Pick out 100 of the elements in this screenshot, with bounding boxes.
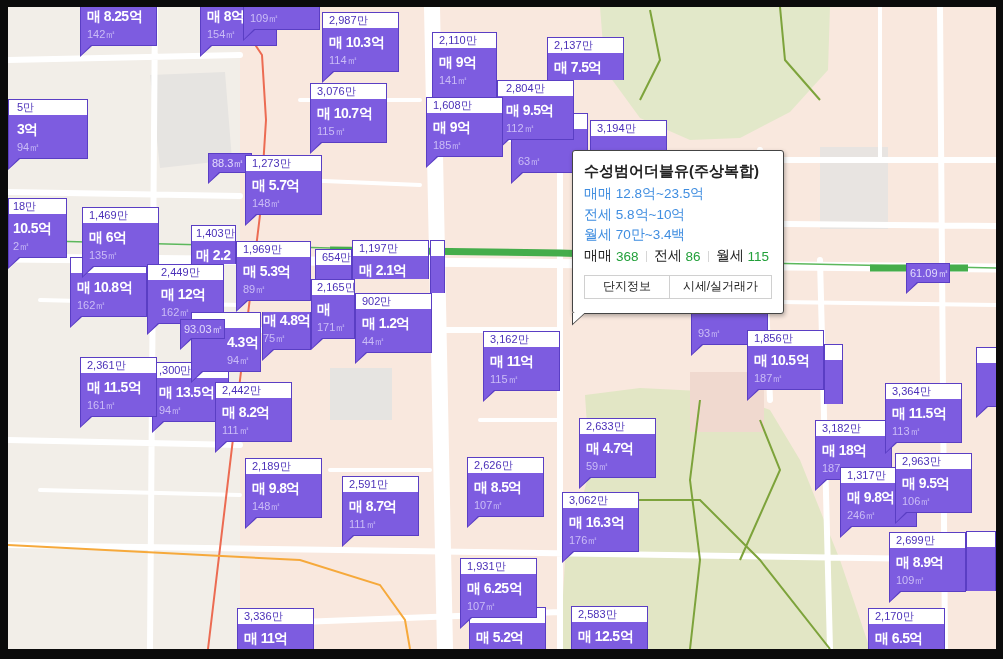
unit-price-label: 2,137만 — [554, 39, 593, 51]
sale-price-label: 매 6억 — [89, 229, 127, 245]
unit-price-label: 2,361만 — [87, 359, 126, 371]
unit-price-label: 3,194만 — [597, 122, 636, 134]
unit-price-label: 3,076만 — [317, 85, 356, 97]
complex-name: 수성범어더블유(주상복합) — [584, 161, 760, 181]
sale-price-label: 매 10.3억 — [329, 34, 384, 50]
sale-price-label: 3억 — [17, 121, 38, 137]
price-range-text: 매매 12.8억~23.5억 — [584, 185, 706, 203]
unit-price-label: 2,591만 — [349, 478, 388, 490]
unit-price-label: 3,336만 — [244, 610, 283, 622]
unit-price-label: 2,583만 — [578, 608, 617, 620]
sale-price-label: 매 18억 — [822, 442, 867, 458]
sale-price-label: 매 11.5억 — [892, 405, 947, 421]
sale-price-label: 매 4.7억 — [586, 440, 634, 456]
area-label: 246㎡ — [847, 509, 877, 521]
sale-price-label: 매 8.5억 — [474, 479, 522, 495]
unit-price-label: 2,189만 — [252, 460, 291, 472]
sale-price-label: 매 12억 — [161, 286, 206, 302]
area-label: 107㎡ — [474, 499, 504, 511]
sale-price-label: 매 9.5억 — [506, 102, 554, 118]
unit-price-label: 2,804만 — [506, 82, 545, 94]
sale-price-label: 매 16.3억 — [569, 514, 624, 530]
unit-price-label: 2,165만 — [317, 281, 355, 293]
sale-price-label: 매 13.5억 — [159, 384, 214, 400]
unit-price-label: 1,197만 — [359, 242, 398, 254]
sale-price-label: 매 11억 — [244, 630, 288, 646]
area-label: 113㎡ — [892, 425, 921, 437]
unit-price-label: 1,931만 — [467, 560, 506, 572]
unit-price-label: 3,162만 — [490, 333, 529, 345]
area-label: 59㎡ — [586, 460, 610, 472]
price-range-text: 전세 5.8억~10억 — [584, 205, 687, 224]
area-label: 44㎡ — [362, 335, 386, 347]
sale-price-label: 매 12.5억 — [578, 628, 633, 644]
sale-price-label: 매 — [317, 301, 331, 317]
unit-price-label: 2,633만 — [586, 420, 625, 432]
sale-price-label: 매 5.7억 — [252, 177, 300, 193]
area-label: 162㎡ — [161, 306, 191, 318]
listing-count-value: 115 — [747, 248, 770, 264]
sale-price-label: 매 8억 — [207, 8, 245, 24]
unit-price-label: 2,170만 — [875, 610, 914, 622]
unit-price-label: 3,364만 — [892, 385, 931, 397]
sale-price-label: 매 9.8억 — [847, 489, 895, 505]
area-label: 109㎡ — [250, 12, 280, 24]
unit-price-label: 1,317만 — [847, 469, 886, 481]
area-label: 185㎡ — [433, 139, 463, 151]
unit-price-label: 3,062만 — [569, 494, 608, 506]
area-label: 176㎡ — [569, 534, 599, 546]
area-label: 154㎡ — [207, 28, 237, 40]
listing-count-label: 전세 — [653, 247, 682, 265]
sale-price-label: 매 4.8억 — [263, 312, 311, 328]
sale-price-label: 매 6.25억 — [467, 580, 522, 596]
sale-price-label: 매 2.2 — [196, 247, 231, 263]
sale-price-label: 매 7.5억 — [554, 59, 602, 75]
sale-price-label: 매 8.9억 — [896, 554, 944, 570]
area-label: 115㎡ — [317, 125, 346, 137]
unit-price-label: 654만 — [322, 251, 352, 263]
unit-price-label: 1,608만 — [433, 99, 472, 111]
area-label: 109㎡ — [896, 574, 926, 586]
area-label: 141㎡ — [439, 74, 469, 86]
sale-price-label: 매 8.25억 — [87, 8, 142, 24]
area-label: 93㎡ — [698, 327, 722, 339]
unit-price-label: 1,273만 — [252, 157, 291, 169]
listing-count-label: 매매 — [584, 247, 612, 265]
unit-price-label: 1,969만 — [243, 243, 282, 255]
area-label: 142㎡ — [87, 28, 117, 40]
sale-price-label: 매 10.8억 — [77, 279, 132, 295]
area-label: 112㎡ — [506, 122, 535, 134]
sale-price-label: 매 2.1억 — [359, 262, 407, 278]
unit-price-label: ,300만 — [159, 364, 192, 376]
area-label: 148㎡ — [252, 500, 282, 512]
area-label: 63㎡ — [518, 155, 542, 167]
unit-price-label: 18만 — [13, 200, 37, 212]
unit-price-label: 2,110만 — [439, 34, 477, 46]
sale-price-label: 매 11.5억 — [87, 379, 142, 395]
unit-price-label: 2,449만 — [161, 266, 200, 278]
area-label: 2㎡ — [13, 240, 31, 252]
sale-price-label: 매 6.5억 — [875, 630, 923, 646]
area-label: 89㎡ — [243, 283, 267, 295]
area-label: 148㎡ — [252, 197, 282, 209]
unit-price-label: 3,182만 — [822, 422, 861, 434]
area-label: 187㎡ — [754, 372, 784, 384]
sale-price-label: 매 10.7억 — [317, 105, 372, 121]
sale-price-label: 매 8.7억 — [349, 498, 397, 514]
sale-price-label: 매 5.3억 — [243, 263, 291, 279]
sale-price-label: 매 5.2억 — [476, 629, 524, 645]
area-label: 88.3㎡ — [212, 157, 245, 169]
unit-price-label: 1,469만 — [89, 209, 128, 221]
unit-price-label: 2,987만 — [329, 14, 368, 26]
unit-price-label: 2,963만 — [902, 455, 941, 467]
area-label: 94㎡ — [17, 141, 41, 153]
area-label: 161㎡ — [87, 399, 117, 411]
sale-price-label: 매 9억 — [439, 54, 477, 70]
area-label: 162㎡ — [77, 299, 107, 311]
area-label: 187 — [822, 462, 841, 474]
unit-price-label: 1,856만 — [754, 332, 793, 344]
area-label: 75㎡ — [263, 332, 287, 344]
sale-price-label: 4.3억 — [227, 334, 259, 350]
unit-price-label: 1,403만 — [196, 227, 235, 239]
unit-price-label: 2,626만 — [474, 459, 513, 471]
